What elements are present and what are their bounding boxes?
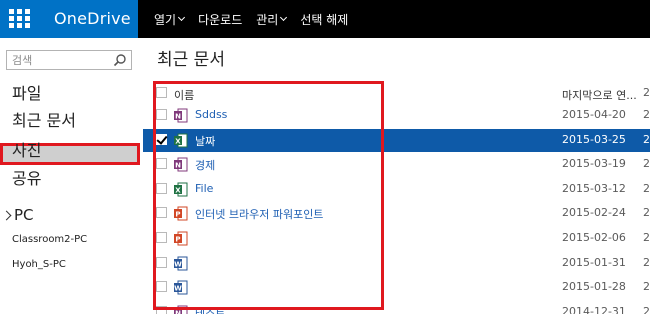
file-extra-column: 2 (643, 181, 650, 195)
column-extra-header: 2 (643, 86, 650, 99)
manage-label: 관리 (256, 12, 279, 27)
select-all-checkbox[interactable] (156, 87, 167, 98)
file-name-link[interactable]: 인터넷 브라우저 파워포인트 (195, 206, 323, 222)
file-name-link[interactable]: 경제 (195, 157, 215, 173)
row-checkbox[interactable] (156, 158, 167, 170)
excel-file-icon: X (174, 133, 188, 148)
pc-item-hyoh[interactable]: Hyoh_S-PC (12, 259, 66, 270)
pc-section-label: PC (14, 206, 34, 224)
file-date: 2015-03-19 (562, 157, 626, 171)
file-date: 2015-02-24 (562, 206, 626, 220)
row-checkbox[interactable] (156, 182, 167, 194)
svg-text:N: N (175, 113, 181, 121)
search-input[interactable] (7, 51, 111, 69)
excel-file-icon: X (174, 182, 188, 197)
svg-text:W: W (174, 260, 182, 268)
table-row[interactable]: N 테스트 2014-12-31 2 (143, 301, 650, 314)
file-extra-column: 2 (643, 255, 650, 269)
download-command[interactable]: 다운로드 (198, 11, 242, 28)
file-extra-column: 2 (643, 157, 650, 171)
command-bar: 열기 다운로드 관리 선택 해제 (154, 0, 362, 38)
nav-files[interactable]: 파일 (12, 80, 41, 104)
app-name[interactable]: OneDrive (54, 9, 131, 28)
file-date: 2015-02-06 (562, 231, 626, 244)
brand-area: OneDrive (0, 0, 138, 38)
row-checkbox[interactable] (156, 207, 167, 219)
row-checkbox[interactable] (156, 256, 167, 268)
nav-photos[interactable]: 사진 (12, 137, 41, 161)
svg-text:W: W (174, 285, 182, 293)
table-row[interactable]: N 경제 2015-03-19 2 (143, 153, 650, 176)
nav-recent[interactable]: 최근 문서 (12, 107, 76, 131)
file-extra-column: 2 (643, 280, 650, 294)
column-name-header[interactable]: 이름 (174, 87, 194, 103)
table-row[interactable]: W 2015-01-28 2 (143, 276, 650, 299)
file-extra-column: 2 (643, 304, 650, 314)
file-name-link[interactable]: Sddss (195, 108, 227, 121)
svg-text:P: P (175, 236, 180, 244)
onenote-file-icon: N (174, 305, 188, 314)
pc-section-header[interactable]: PC (0, 206, 34, 224)
powerpoint-file-icon: P (174, 231, 188, 246)
row-checkbox[interactable] (156, 305, 167, 314)
manage-command[interactable]: 관리 (256, 11, 288, 28)
file-extra-column: 2 (643, 206, 650, 220)
open-command[interactable]: 열기 (154, 11, 186, 28)
table-row[interactable]: X File 2015-03-12 2 (143, 178, 650, 201)
table-row[interactable]: P 인터넷 브라우저 파워포인트 2015-02-24 2 (143, 202, 650, 225)
file-date: 2015-01-28 (562, 280, 626, 294)
file-date: 2015-01-31 (562, 255, 626, 269)
chevron-right-icon (1, 210, 12, 220)
pc-item-classroom2[interactable]: Classroom2-PC (12, 234, 87, 245)
row-checkbox[interactable] (156, 109, 167, 120)
file-date: 2015-04-20 (562, 108, 626, 121)
table-row[interactable]: W 2015-01-31 2 (143, 252, 650, 275)
file-extra-column: 2 (643, 231, 650, 244)
onenote-file-icon: N (174, 108, 188, 123)
svg-text:P: P (175, 211, 180, 219)
main-content: 최근 문서 이름 마지막으로 연... 2 N Sddss 2015-04-20 2 X… (143, 38, 650, 314)
onenote-file-icon: N (174, 157, 188, 172)
word-file-icon: W (174, 256, 188, 271)
onedrive-page: OneDrive 열기 다운로드 관리 선택 해제 파일 최근 문서 사진 공유… (0, 0, 650, 314)
table-row[interactable]: X 날짜 2015-03-25 2 (143, 128, 650, 152)
file-extra-column: 2 (643, 108, 650, 121)
powerpoint-file-icon: P (174, 206, 188, 221)
clear-selection-command[interactable]: 선택 해제 (300, 11, 348, 28)
file-date: 2015-03-12 (562, 181, 626, 195)
svg-text:N: N (175, 309, 181, 314)
row-checkbox[interactable] (156, 281, 167, 293)
table-row[interactable]: P 2015-02-06 2 (143, 227, 650, 250)
search-icon[interactable] (113, 53, 127, 67)
clear-selection-label: 선택 해제 (300, 12, 349, 27)
table-row[interactable]: N Sddss 2015-04-20 2 (143, 104, 650, 127)
svg-text:X: X (175, 186, 181, 194)
file-date: 2015-03-25 (562, 132, 626, 146)
page-title: 최근 문서 (157, 50, 225, 70)
file-extra-column: 2 (643, 132, 650, 146)
file-name-link[interactable]: File (195, 182, 213, 195)
file-name-link[interactable]: 날짜 (195, 133, 215, 149)
app-launcher-icon[interactable] (9, 9, 31, 29)
sidebar: 파일 최근 문서 사진 공유 PC Classroom2-PC Hyoh_S-P… (0, 38, 143, 314)
open-label: 열기 (154, 12, 177, 27)
word-file-icon: W (174, 280, 188, 295)
top-bar: OneDrive 열기 다운로드 관리 선택 해제 (0, 0, 650, 38)
svg-text:X: X (175, 137, 181, 145)
download-label: 다운로드 (198, 12, 243, 27)
search-box (6, 50, 132, 70)
list-header: 이름 마지막으로 연... 2 (143, 82, 650, 104)
chevron-down-icon (280, 13, 288, 22)
chevron-down-icon (178, 13, 186, 22)
file-date: 2014-12-31 (562, 304, 626, 314)
svg-text:N: N (175, 162, 181, 170)
file-name-link[interactable]: 테스트 (195, 305, 225, 314)
nav-shared[interactable]: 공유 (12, 165, 41, 189)
column-date-header[interactable]: 마지막으로 연... (562, 87, 637, 103)
row-checkbox[interactable] (156, 133, 167, 145)
row-checkbox[interactable] (156, 232, 167, 243)
